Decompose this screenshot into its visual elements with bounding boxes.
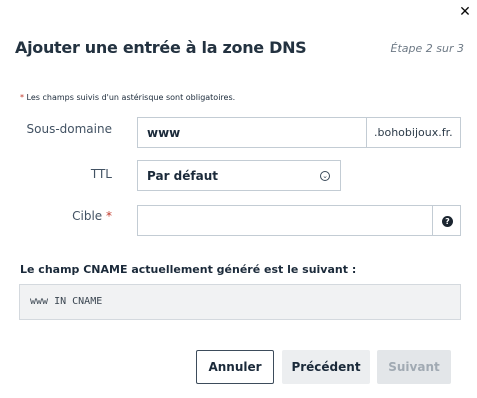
subdomain-label: Sous-domaine — [26, 122, 112, 136]
subdomain-suffix: .bohobijoux.fr. — [366, 117, 461, 148]
required-fields-note: * Les champs suivis d'un astérisque sont… — [20, 93, 235, 102]
close-icon[interactable]: ✕ — [457, 4, 473, 20]
ttl-label: TTL — [90, 167, 112, 181]
subdomain-value: www — [147, 126, 181, 140]
target-required-asterisk: * — [106, 209, 112, 223]
ttl-select[interactable]: Par défaut ⌄ — [137, 160, 341, 191]
ttl-value: Par défaut — [147, 169, 218, 183]
step-indicator: Étape 2 sur 3 — [390, 42, 464, 55]
target-input[interactable] — [137, 205, 433, 236]
help-button[interactable]: ? — [432, 205, 461, 236]
cname-preview: www IN CNAME — [19, 284, 461, 320]
next-button[interactable]: Suivant — [377, 350, 451, 384]
cname-title: Le champ CNAME actuellement généré est l… — [20, 263, 357, 276]
required-note-text: Les champs suivis d'un astérisque sont o… — [24, 93, 236, 102]
cancel-button[interactable]: Annuler — [196, 350, 274, 384]
chevron-down-icon: ⌄ — [320, 171, 330, 181]
dialog-title: Ajouter une entrée à la zone DNS — [15, 38, 307, 57]
previous-button[interactable]: Précédent — [282, 350, 370, 384]
target-label: Cible * — [20, 209, 112, 223]
subdomain-input[interactable]: www — [137, 117, 367, 148]
help-icon: ? — [442, 216, 453, 227]
target-label-text: Cible — [72, 209, 103, 223]
